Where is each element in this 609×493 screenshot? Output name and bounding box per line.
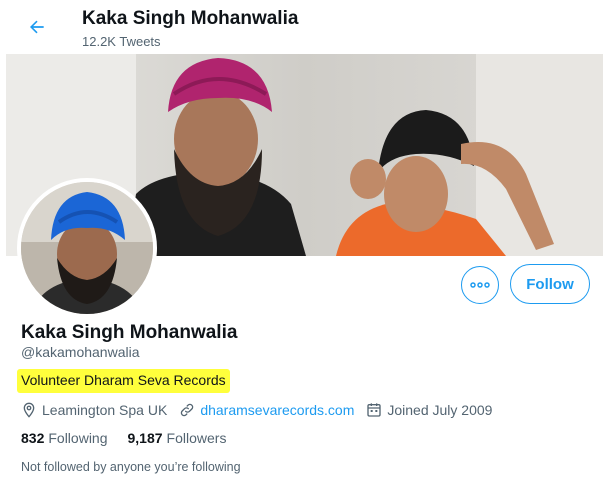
- tweet-count: 12.2K Tweets: [82, 34, 161, 49]
- profile-avatar[interactable]: [17, 178, 157, 318]
- joined-item: Joined July 2009: [366, 402, 492, 418]
- following-count: 832: [21, 430, 45, 446]
- calendar-icon: [367, 403, 382, 417]
- profile-display-name: Kaka Singh Mohanwalia: [21, 322, 238, 343]
- profile-bio: Volunteer Dharam Seva Records: [21, 372, 226, 388]
- header-title: Kaka Singh Mohanwalia: [82, 8, 299, 29]
- followers-link[interactable]: 9,187 Followers: [128, 430, 227, 446]
- website-link[interactable]: dharamsevarecords.com: [200, 402, 354, 418]
- follow-stats-row: 832 Following 9,187 Followers: [21, 430, 246, 446]
- location-item: Leamington Spa UK: [21, 402, 167, 418]
- joined-text: Joined July 2009: [387, 402, 493, 418]
- back-button[interactable]: [20, 10, 54, 44]
- followers-label: Followers: [166, 430, 227, 446]
- following-link[interactable]: 832 Following: [21, 430, 108, 446]
- website-item[interactable]: dharamsevarecords.com: [179, 402, 354, 418]
- more-options-button[interactable]: [461, 266, 499, 304]
- following-label: Following: [48, 430, 108, 446]
- profile-header-bar: Kaka Singh Mohanwalia 12.2K Tweets: [0, 0, 609, 54]
- location-pin-icon: [23, 402, 35, 418]
- profile-handle: @kakamohanwalia: [21, 344, 140, 360]
- link-icon: [181, 403, 194, 417]
- followers-count: 9,187: [127, 430, 163, 446]
- more-horizontal-icon: [470, 282, 490, 288]
- followed-by-note: Not followed by anyone you’re following: [21, 460, 241, 474]
- follow-button[interactable]: Follow: [510, 264, 590, 304]
- location-text: Leamington Spa UK: [42, 402, 168, 418]
- arrow-left-icon: [30, 20, 44, 34]
- profile-meta-row: Leamington Spa UK dharamsevarecords.com …: [21, 400, 504, 420]
- bio-highlight: Volunteer Dharam Seva Records: [17, 369, 230, 393]
